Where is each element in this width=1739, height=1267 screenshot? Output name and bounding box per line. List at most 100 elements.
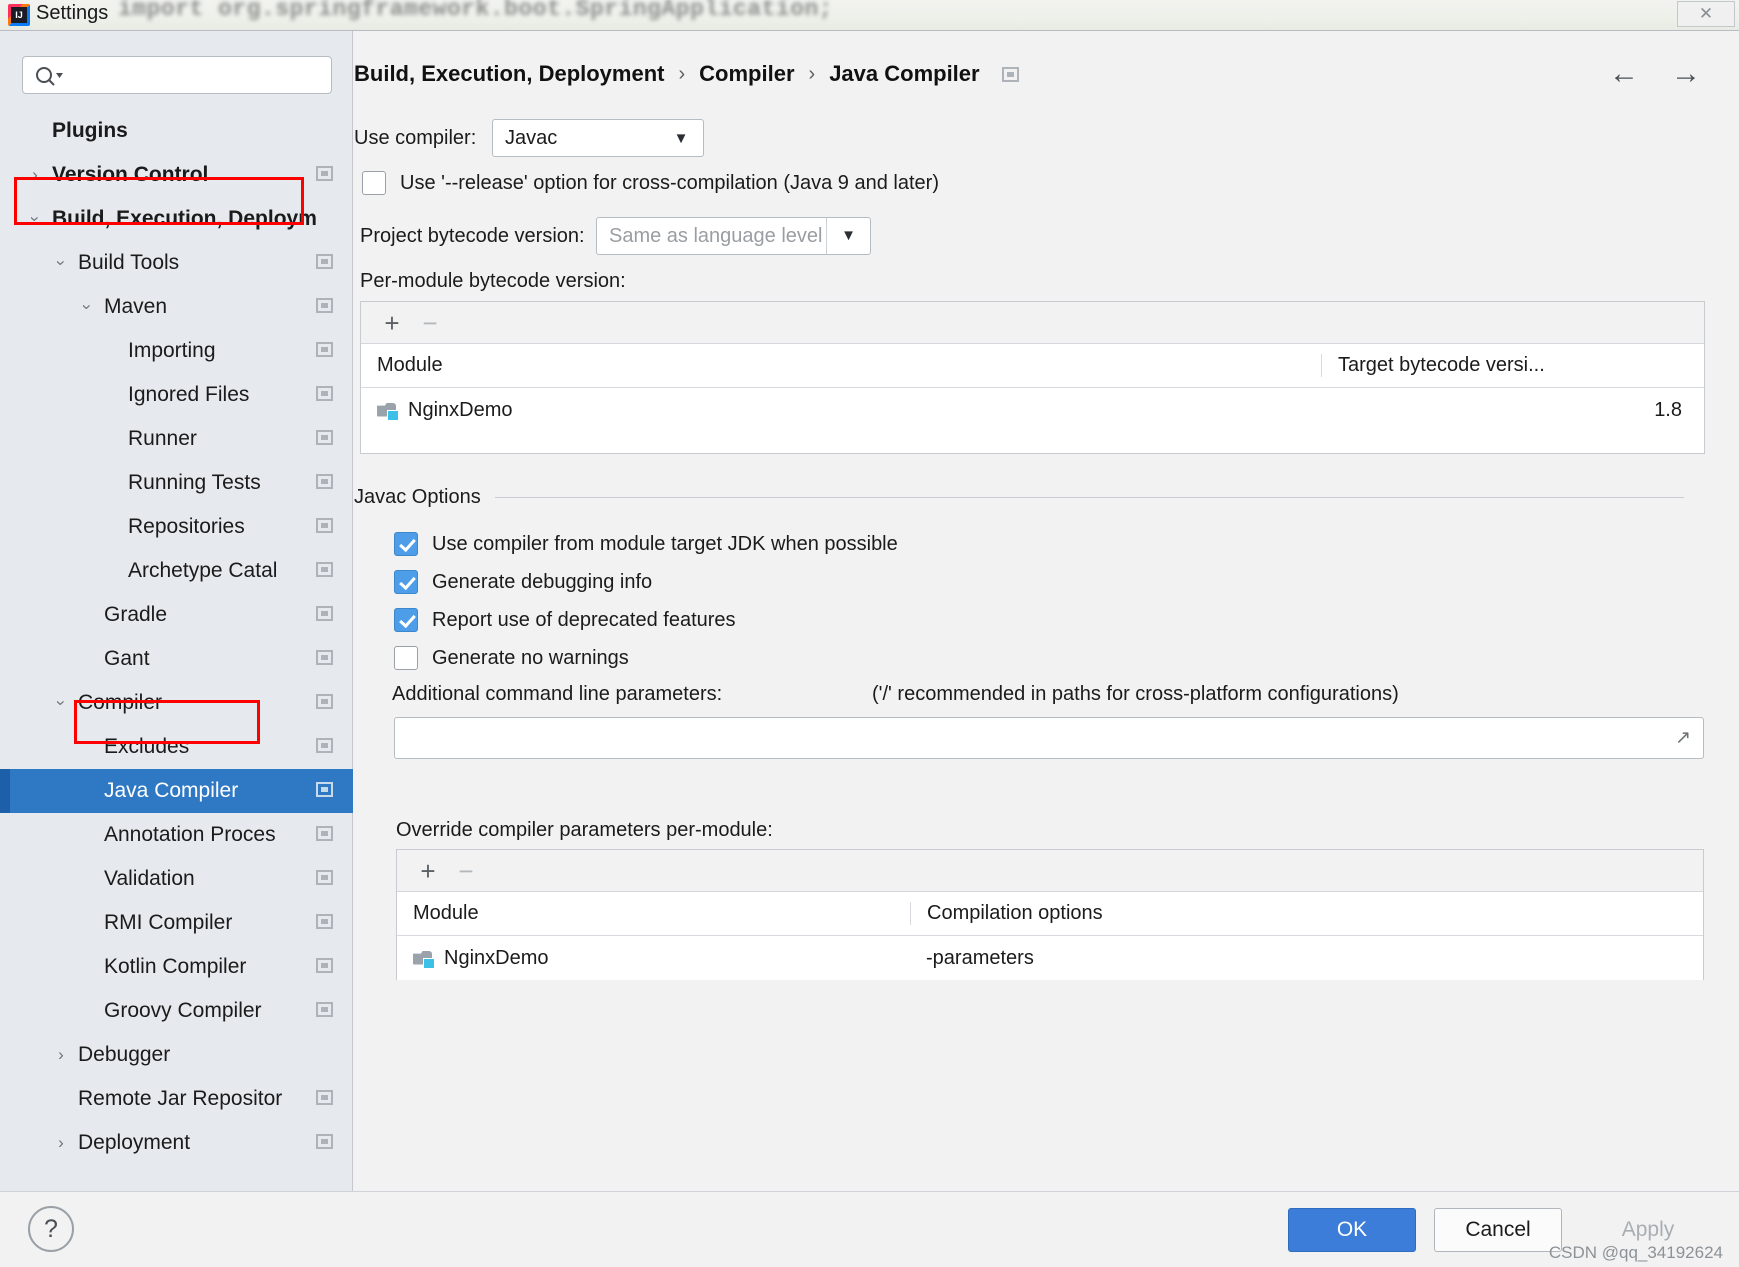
chevron-down-icon: ▼ (673, 129, 689, 147)
chevron-down-icon[interactable]: › (51, 692, 71, 714)
column-header-module[interactable]: Module (361, 354, 1321, 377)
chevron-down-icon[interactable]: › (25, 208, 45, 230)
table-row[interactable]: NginxDemo 1.8 (361, 388, 1704, 432)
use-compiler-select[interactable]: Javac ▼ (492, 119, 704, 157)
sidebar-item-annotation-proces[interactable]: Annotation Proces (0, 813, 353, 857)
remove-row-button[interactable]: − (415, 308, 445, 338)
option-row-use-module-jdk[interactable]: Use compiler from module target JDK when… (394, 532, 898, 556)
sidebar-item-maven[interactable]: › Maven (0, 285, 353, 329)
project-bytecode-select[interactable]: Same as language level ▼ (596, 217, 871, 255)
add-row-button[interactable]: + (377, 308, 407, 338)
additional-params-field[interactable]: ↗ (394, 717, 1704, 759)
sidebar-item-repositories[interactable]: Repositories (0, 505, 353, 549)
chevron-right-icon[interactable]: › (50, 1133, 72, 1153)
breadcrumb-item-build[interactable]: Build, Execution, Deployment (354, 61, 664, 87)
sidebar-item-label: Debugger (78, 1043, 171, 1066)
scope-badge-icon (316, 914, 333, 929)
bytecode-row-target: 1.8 (1654, 398, 1682, 421)
breadcrumb-item-compiler[interactable]: Compiler (699, 61, 794, 87)
scope-badge-icon (316, 738, 333, 753)
option-row-no-warnings[interactable]: Generate no warnings (394, 646, 629, 670)
sidebar-item-validation[interactable]: Validation (0, 857, 353, 901)
bytecode-table-toolbar: + − (361, 302, 1704, 344)
sidebar-item-kotlin-compiler[interactable]: Kotlin Compiler (0, 945, 353, 989)
watermark: CSDN @qq_34192624 (1548, 1243, 1723, 1262)
sidebar-item-groovy-compiler[interactable]: Groovy Compiler (0, 989, 353, 1033)
close-icon[interactable]: ✕ (1677, 1, 1735, 27)
settings-content: Build, Execution, Deployment › Compiler … (354, 31, 1739, 1191)
release-option-checkbox[interactable] (362, 171, 386, 195)
help-button[interactable]: ? (28, 1206, 74, 1252)
release-option-row[interactable]: Use '--release' option for cross-compila… (362, 171, 939, 195)
option-checkbox-deprecated-features[interactable] (394, 608, 418, 632)
window-title: Settings (36, 2, 109, 24)
remove-row-button[interactable]: − (451, 856, 481, 886)
project-bytecode-value: Same as language level (609, 224, 823, 247)
module-folder-icon (413, 950, 435, 969)
chevron-down-icon[interactable]: › (77, 296, 97, 318)
scope-badge-icon (316, 298, 333, 313)
scope-badge-icon (316, 1134, 333, 1149)
sidebar-item-gradle[interactable]: Gradle (0, 593, 353, 637)
breadcrumb-separator-icon: › (678, 62, 686, 85)
sidebar-item-label: Plugins (52, 119, 128, 142)
option-checkbox-use-module-jdk[interactable] (394, 532, 418, 556)
sidebar-item-rmi-compiler[interactable]: RMI Compiler (0, 901, 353, 945)
option-row-debugging-info[interactable]: Generate debugging info (394, 570, 652, 594)
add-row-button[interactable]: + (413, 856, 443, 886)
option-checkbox-no-warnings[interactable] (394, 646, 418, 670)
scope-badge-icon (316, 650, 333, 665)
expand-icon[interactable]: ↗ (1675, 727, 1691, 750)
sidebar-item-label: Build, Execution, Deploym (52, 207, 317, 230)
sidebar-item-label: Version Control (52, 163, 209, 186)
sidebar-item-plugins[interactable]: Plugins (0, 109, 353, 153)
sidebar-item-build-execution-deploym[interactable]: › Build, Execution, Deploym (0, 197, 353, 241)
table-row[interactable]: NginxDemo -parameters (397, 936, 1703, 980)
chevron-right-icon[interactable]: › (50, 1045, 72, 1065)
option-label-use-module-jdk: Use compiler from module target JDK when… (432, 532, 898, 555)
sidebar-item-label: Java Compiler (104, 779, 239, 802)
sidebar-item-remote-jar-repositor[interactable]: Remote Jar Repositor (0, 1077, 353, 1121)
breadcrumb: Build, Execution, Deployment › Compiler … (354, 61, 1019, 87)
cancel-button[interactable]: Cancel (1434, 1208, 1562, 1252)
selection-indicator (0, 769, 10, 813)
chevron-right-icon[interactable]: › (24, 165, 46, 185)
additional-params-hint: ('/' recommended in paths for cross-plat… (872, 683, 1399, 705)
intellij-logo-icon (8, 4, 30, 26)
sidebar-item-ignored-files[interactable]: Ignored Files (0, 373, 353, 417)
option-checkbox-debugging-info[interactable] (394, 570, 418, 594)
settings-tree: Plugins › Version Control › Build, Execution… (0, 109, 353, 1165)
search-input[interactable] (67, 58, 325, 92)
column-header-target-bytecode[interactable]: Target bytecode versi... (1321, 354, 1704, 377)
sidebar-item-deployment[interactable]: › Deployment (0, 1121, 353, 1165)
settings-sidebar: Plugins › Version Control › Build, Execution… (0, 31, 353, 1191)
sidebar-item-gant[interactable]: Gant (0, 637, 353, 681)
sidebar-item-compiler[interactable]: › Compiler (0, 681, 353, 725)
breadcrumb-item-java-compiler[interactable]: Java Compiler (829, 61, 979, 87)
option-row-deprecated-features[interactable]: Report use of deprecated features (394, 608, 736, 632)
search-box[interactable] (22, 56, 332, 94)
option-label-deprecated-features: Report use of deprecated features (432, 608, 736, 631)
scope-badge-icon (316, 606, 333, 621)
sidebar-item-debugger[interactable]: › Debugger (0, 1033, 353, 1077)
column-header-compilation-options[interactable]: Compilation options (910, 902, 1703, 925)
back-arrow-icon[interactable]: ← (1609, 59, 1639, 89)
chevron-down-icon[interactable]: › (51, 252, 71, 274)
override-table-panel: + − Module Compilation options NginxDemo… (396, 849, 1704, 980)
sidebar-item-running-tests[interactable]: Running Tests (0, 461, 353, 505)
ok-button[interactable]: OK (1288, 1208, 1416, 1252)
search-icon (33, 65, 63, 87)
scope-badge-icon (316, 870, 333, 885)
forward-arrow-icon[interactable]: → (1671, 59, 1701, 89)
sidebar-item-version-control[interactable]: › Version Control (0, 153, 353, 197)
sidebar-item-archetype-catal[interactable]: Archetype Catal (0, 549, 353, 593)
scope-badge-icon (316, 826, 333, 841)
sidebar-item-build-tools[interactable]: › Build Tools (0, 241, 353, 285)
scope-badge-icon (316, 562, 333, 577)
sidebar-item-excludes[interactable]: Excludes (0, 725, 353, 769)
sidebar-item-java-compiler[interactable]: Java Compiler (0, 769, 353, 813)
sidebar-item-importing[interactable]: Importing (0, 329, 353, 373)
sidebar-item-runner[interactable]: Runner (0, 417, 353, 461)
column-header-module[interactable]: Module (397, 902, 910, 925)
sidebar-item-label: Kotlin Compiler (104, 955, 247, 978)
